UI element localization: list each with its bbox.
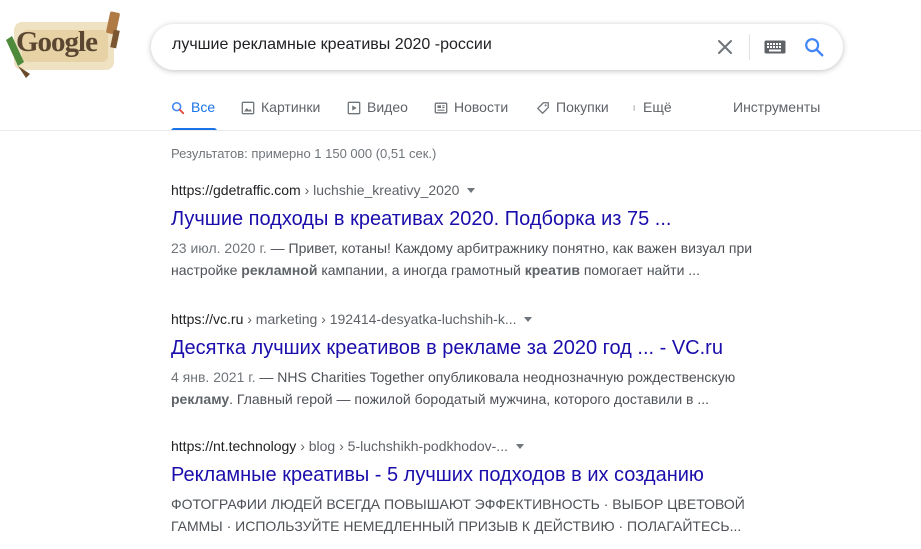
search-result: https://nt.technology › blog › 5-luchshi…	[171, 437, 771, 537]
tag-icon	[537, 102, 549, 114]
snippet-text: . Главный герой — пожилой бородатый мужч…	[229, 391, 710, 407]
result-site: https://vc.ru	[171, 311, 244, 327]
result-url[interactable]: https://gdetraffic.com › luchshie_kreati…	[171, 181, 771, 199]
result-snippet: ФОТОГРАФИИ ЛЮДЕЙ ВСЕГДА ПОВЫШАЮТ ЭФФЕКТИ…	[171, 493, 771, 537]
result-title-link[interactable]: Рекламные креативы - 5 лучших подходов в…	[171, 462, 771, 488]
video-icon	[347, 101, 361, 115]
result-snippet: 23 июл. 2020 г. — Привет, котаны! Каждом…	[171, 237, 771, 281]
result-path: › blog › 5-luchshikh-podkhodov-...	[296, 438, 508, 454]
snippet-text: ГАММЫ · ИСПОЛЬЗУЙТЕ НЕМЕДЛЕННЫЙ ПРИЗЫВ К…	[171, 518, 742, 534]
google-doodle-logo[interactable]: Google	[0, 0, 135, 95]
tab-label: Покупки	[556, 99, 609, 115]
result-url[interactable]: https://vc.ru › marketing › 192414-desya…	[171, 310, 771, 328]
tab-images[interactable]: Картинки	[241, 99, 320, 131]
snippet-text: помогает найти ...	[579, 262, 700, 278]
tab-news[interactable]: Новости	[434, 99, 508, 131]
snippet-text: — Привет, котаны! Каждому арбитражнику п…	[266, 240, 753, 256]
image-icon	[241, 101, 255, 115]
snippet-highlight: креатив	[524, 262, 580, 278]
tab-all[interactable]: Все	[171, 99, 217, 131]
chevron-down-icon[interactable]	[467, 187, 476, 193]
tab-more[interactable]: Ещё	[633, 99, 672, 131]
snippet-highlight: рекламу	[171, 391, 230, 407]
tab-label: Ещё	[643, 99, 672, 115]
snippet-text: кампании, а иногда грамотный	[317, 262, 525, 278]
result-date: 23 июл. 2020 г.	[171, 240, 267, 256]
more-icon	[633, 105, 635, 111]
snippet-highlight: рекламной	[241, 262, 318, 278]
result-snippet: 4 янв. 2021 г. — NHS Charities Together …	[171, 366, 771, 410]
snippet-text: — NHS Charities Together опубликовала не…	[255, 369, 736, 385]
search-icon	[171, 101, 185, 115]
logo-text: Google	[16, 26, 98, 58]
result-url[interactable]: https://nt.technology › blog › 5-luchshi…	[171, 437, 771, 455]
snippet-text: ФОТОГРАФИИ ЛЮДЕЙ ВСЕГДА ПОВЫШАЮТ ЭФФЕКТИ…	[171, 496, 745, 512]
news-icon	[434, 102, 448, 114]
tab-label: Видео	[367, 99, 408, 115]
header-divider	[0, 130, 921, 131]
tab-shopping[interactable]: Покупки	[536, 99, 609, 131]
result-stats: Результатов: примерно 1 150 000 (0,51 се…	[171, 146, 437, 161]
search-input[interactable]: лучшие рекламные креативы 2020 -россии	[172, 36, 492, 54]
tab-video[interactable]: Видео	[347, 99, 408, 131]
chevron-down-icon[interactable]	[515, 443, 524, 449]
result-date: 4 янв. 2021 г.	[171, 369, 256, 385]
chevron-down-icon[interactable]	[524, 316, 533, 322]
result-title-link[interactable]: Десятка лучших креативов в рекламе за 20…	[171, 335, 771, 361]
clear-icon[interactable]	[715, 37, 735, 57]
tab-label: Картинки	[261, 99, 321, 115]
tools-button[interactable]: Инструменты	[733, 99, 820, 115]
result-site: https://nt.technology	[171, 438, 297, 454]
search-box[interactable]: лучшие рекламные креативы 2020 -россии	[151, 24, 843, 70]
tab-label: Новости	[454, 99, 509, 115]
result-site: https://gdetraffic.com	[171, 182, 301, 198]
divider	[749, 34, 750, 60]
search-result: https://gdetraffic.com › luchshie_kreati…	[171, 181, 771, 281]
search-result: https://vc.ru › marketing › 192414-desya…	[171, 310, 771, 410]
tab-label: Все	[191, 99, 216, 115]
keyboard-icon[interactable]	[764, 40, 786, 54]
result-path: › marketing › 192414-desyatka-luchshih-k…	[243, 311, 517, 327]
result-path: › luchshie_kreativy_2020	[300, 182, 460, 198]
result-title-link[interactable]: Лучшие подходы в креативах 2020. Подборк…	[171, 206, 771, 232]
search-icon[interactable]	[803, 36, 825, 58]
snippet-text: настройке	[171, 262, 242, 278]
